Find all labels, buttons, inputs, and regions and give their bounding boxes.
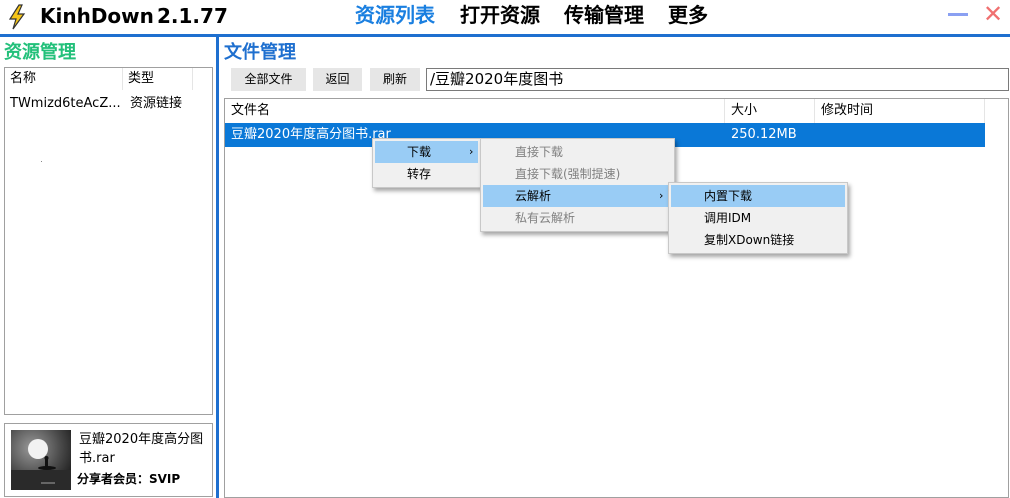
app-name: KinhDown — [40, 4, 154, 28]
resource-name: TWmizd6teAcZ... — [10, 96, 121, 111]
resource-panel-title: 资源管理 — [4, 42, 76, 63]
menu-item-builtin-download[interactable]: 内置下载 — [671, 185, 845, 207]
all-files-button[interactable]: 全部文件 — [231, 68, 306, 91]
share-file-name: 豆瓣2020年度高分图书.rar — [79, 432, 204, 466]
download-submenu: 直接下载 直接下载(强制提速) 云解析 › 私有云解析 — [480, 138, 675, 232]
column-header-name[interactable]: 名称 — [5, 68, 123, 90]
column-header-modified[interactable]: 修改时间 — [815, 99, 985, 123]
menu-item-direct-download-boost[interactable]: 直接下载(强制提速) — [483, 163, 672, 185]
title-bar: KinhDown 2.1.77 资源列表 打开资源 传输管理 更多 ✕ — [0, 0, 1010, 34]
context-menu: 下载 › 转存 — [372, 138, 481, 188]
file-size: 250.12MB — [731, 127, 797, 142]
chevron-right-icon: › — [659, 189, 664, 202]
list-item[interactable]: TWmizd6teAcZ... 资源链接 — [5, 94, 212, 114]
share-member-level: 分享者会员：SVIP — [77, 472, 181, 486]
tab-transfer-manager[interactable]: 传输管理 — [564, 2, 644, 28]
lightning-icon — [8, 4, 26, 30]
minimize-icon[interactable] — [947, 5, 969, 25]
tab-resource-list[interactable]: 资源列表 — [355, 2, 435, 28]
panel-divider — [216, 37, 219, 498]
kinhdown-window: KinhDown 2.1.77 资源列表 打开资源 传输管理 更多 ✕ 资源管理… — [0, 0, 1010, 498]
resource-panel: 资源管理 名称 类型 TWmizd6teAcZ... 资源链接 豆瓣2020年度… — [0, 37, 216, 498]
column-header-size[interactable]: 大小 — [725, 99, 815, 123]
chevron-right-icon: › — [469, 145, 474, 158]
menu-item-direct-download[interactable]: 直接下载 — [483, 141, 672, 163]
path-input[interactable]: /豆瓣2020年度图书 — [426, 68, 1009, 91]
back-button[interactable]: 返回 — [313, 68, 362, 91]
menu-item-private-cloud-parse[interactable]: 私有云解析 — [483, 207, 672, 229]
resource-list-header: 名称 类型 — [5, 68, 212, 90]
resource-list[interactable]: 名称 类型 TWmizd6teAcZ... 资源链接 — [4, 67, 213, 415]
file-name: 豆瓣2020年度高分图书.rar — [231, 127, 391, 142]
menu-item-save-to[interactable]: 转存 — [375, 163, 478, 185]
menu-item-copy-xdown-link[interactable]: 复制XDown链接 — [671, 229, 845, 251]
app-version: 2.1.77 — [157, 4, 228, 28]
menu-item-cloud-parse[interactable]: 云解析 › — [483, 185, 672, 207]
menu-item-call-idm[interactable]: 调用IDM — [671, 207, 845, 229]
column-header-filename[interactable]: 文件名 — [225, 99, 725, 123]
file-list-header: 文件名 大小 修改时间 — [225, 99, 1008, 123]
resource-type: 资源链接 — [130, 96, 183, 111]
list-artifact — [41, 161, 42, 162]
close-icon[interactable]: ✕ — [982, 2, 1004, 26]
column-header-type[interactable]: 类型 — [123, 68, 193, 90]
cloud-parse-submenu: 内置下载 调用IDM 复制XDown链接 — [668, 182, 848, 254]
refresh-button[interactable]: 刷新 — [370, 68, 420, 91]
tab-open-resource[interactable]: 打开资源 — [460, 2, 540, 28]
tab-more[interactable]: 更多 — [668, 2, 708, 28]
share-thumbnail — [11, 430, 71, 490]
share-info-card: 豆瓣2020年度高分图书.rar 分享者会员：SVIP — [4, 423, 213, 497]
file-panel-title: 文件管理 — [224, 42, 296, 63]
menu-item-download[interactable]: 下载 › — [375, 141, 478, 163]
